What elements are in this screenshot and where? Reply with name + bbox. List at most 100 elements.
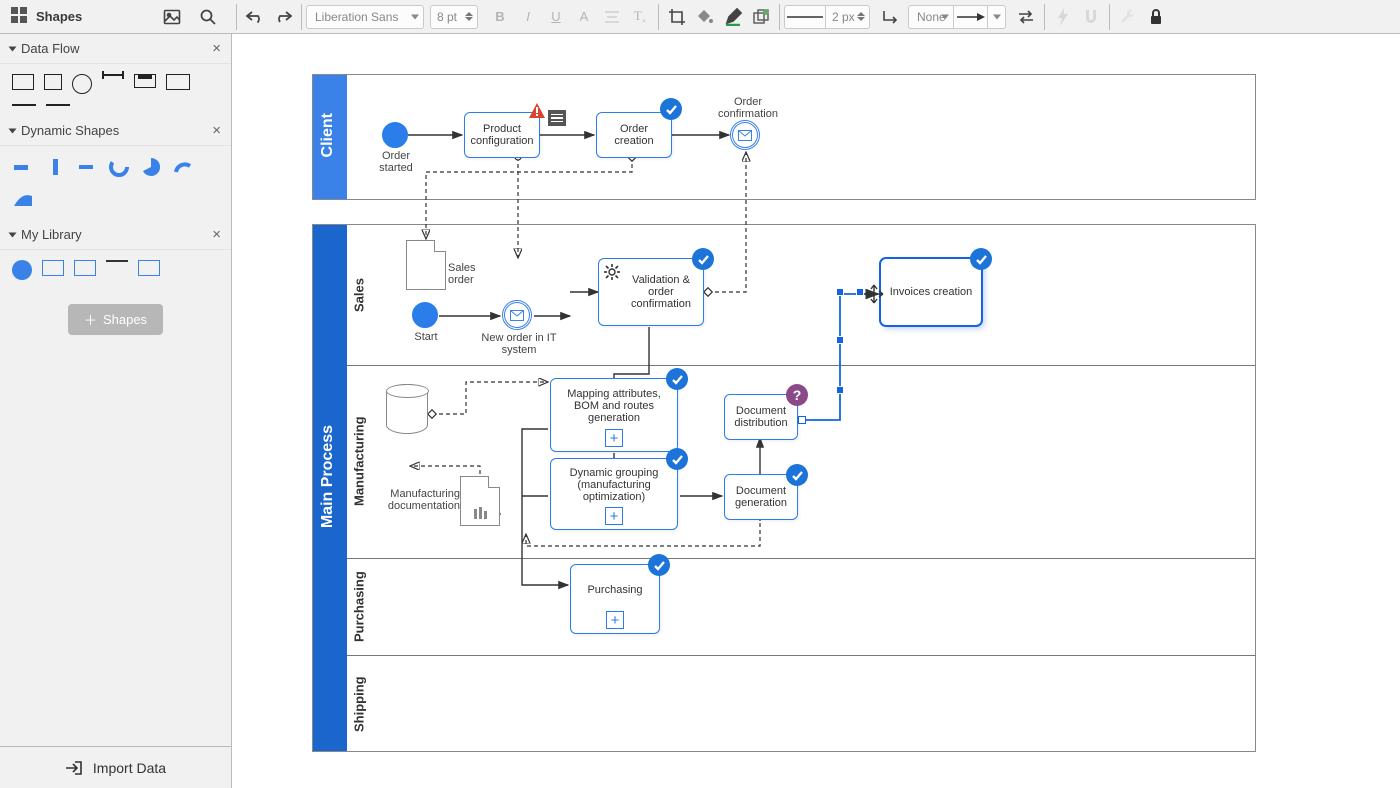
shape-blue-circle[interactable] bbox=[12, 260, 32, 280]
comment-icon[interactable] bbox=[548, 110, 566, 126]
underline-button[interactable]: U bbox=[542, 3, 570, 31]
task-mapping[interactable]: Mapping attributes, BOM and routes gener… bbox=[550, 378, 678, 452]
close-icon[interactable]: × bbox=[212, 40, 221, 57]
clear-format-button[interactable]: T× bbox=[626, 3, 654, 31]
shapes-sidebar: Data Flow × Dynamic Shapes × My Library … bbox=[0, 34, 232, 788]
section-dynamic[interactable]: Dynamic Shapes × bbox=[0, 116, 231, 146]
data-mfg-doc[interactable] bbox=[460, 476, 500, 526]
shape-wedge[interactable] bbox=[12, 188, 34, 210]
shape-rect4[interactable] bbox=[138, 260, 160, 276]
event-start[interactable] bbox=[412, 302, 438, 328]
move-cursor-icon bbox=[864, 284, 884, 304]
shape-wide-rect[interactable] bbox=[166, 74, 190, 90]
task-validation[interactable]: Validation & order confirmation bbox=[598, 258, 704, 326]
dataflow-shapes bbox=[0, 64, 231, 116]
redo-button[interactable] bbox=[269, 3, 297, 31]
top-toolbar: Shapes Liberation Sans 8 pt B I U A T× 2… bbox=[0, 0, 1400, 34]
check-icon bbox=[660, 98, 682, 120]
undo-button[interactable] bbox=[241, 3, 269, 31]
shape-square[interactable] bbox=[44, 74, 62, 90]
datastore[interactable] bbox=[386, 384, 428, 434]
shape-bar-v[interactable] bbox=[44, 156, 66, 178]
check-icon bbox=[970, 248, 992, 270]
shape-rect3[interactable] bbox=[74, 260, 96, 276]
shape-circle[interactable] bbox=[72, 74, 92, 94]
check-icon bbox=[666, 448, 688, 470]
bold-button[interactable]: B bbox=[486, 3, 514, 31]
close-icon[interactable]: × bbox=[212, 226, 221, 243]
shape-donut[interactable] bbox=[108, 156, 130, 178]
section-dataflow[interactable]: Data Flow × bbox=[0, 34, 231, 64]
shape-bar-h[interactable] bbox=[12, 156, 34, 178]
crop-icon[interactable] bbox=[663, 3, 691, 31]
shape-pie[interactable] bbox=[140, 156, 162, 178]
shape-header-rect[interactable] bbox=[134, 74, 156, 88]
fill-select[interactable]: None bbox=[908, 5, 954, 29]
pool-main-label: Main Process bbox=[319, 425, 337, 528]
lane-manufacturing: Manufacturing bbox=[347, 365, 371, 558]
task-purchasing[interactable]: Purchasing + bbox=[570, 564, 660, 634]
close-icon[interactable]: × bbox=[212, 122, 221, 139]
check-icon bbox=[666, 368, 688, 390]
import-data-button[interactable]: Import Data bbox=[0, 746, 231, 788]
event-order-started-label: Order started bbox=[366, 150, 426, 174]
check-icon bbox=[692, 248, 714, 270]
plus-icon: ＋ bbox=[84, 310, 97, 329]
task-order-creation[interactable]: Order creation bbox=[596, 112, 672, 158]
shape-line-ends[interactable] bbox=[12, 104, 36, 106]
shape-connector[interactable] bbox=[102, 74, 124, 76]
shape-line[interactable] bbox=[46, 104, 70, 106]
shape-line2[interactable] bbox=[106, 260, 128, 262]
pencil-icon[interactable] bbox=[719, 3, 747, 31]
arrow-style-select[interactable] bbox=[954, 5, 988, 29]
shape-arc[interactable] bbox=[172, 156, 194, 178]
pool-client[interactable]: Client bbox=[312, 74, 1256, 200]
stroke-width-input[interactable]: 2 px bbox=[826, 5, 870, 29]
gear-icon bbox=[603, 263, 621, 281]
swap-icon[interactable] bbox=[1012, 3, 1040, 31]
fill-icon[interactable] bbox=[691, 3, 719, 31]
event-new-order[interactable] bbox=[502, 300, 532, 330]
image-icon[interactable] bbox=[158, 3, 186, 31]
magnet-icon[interactable] bbox=[1077, 3, 1105, 31]
task-invoices[interactable]: Invoices creation bbox=[880, 258, 982, 326]
lane-shipping: Shipping bbox=[347, 655, 371, 753]
shape-rect[interactable] bbox=[12, 74, 34, 90]
lane-sales: Sales bbox=[347, 225, 371, 365]
subprocess-icon: + bbox=[605, 507, 623, 525]
shapes-icon bbox=[10, 6, 28, 27]
data-sales-order[interactable] bbox=[406, 240, 446, 290]
warning-icon bbox=[528, 102, 546, 120]
text-color-button[interactable]: A bbox=[570, 3, 598, 31]
question-icon: ? bbox=[786, 384, 808, 406]
mylib-shapes bbox=[0, 250, 231, 290]
check-icon bbox=[648, 554, 670, 576]
event-order-confirmation[interactable] bbox=[730, 120, 760, 150]
font-size-input[interactable]: 8 pt bbox=[430, 5, 478, 29]
subprocess-icon: + bbox=[605, 429, 623, 447]
italic-button[interactable]: I bbox=[514, 3, 542, 31]
wrench-icon[interactable] bbox=[1114, 3, 1142, 31]
lane-purchasing: Purchasing bbox=[347, 558, 371, 655]
orthogonal-icon[interactable] bbox=[876, 3, 904, 31]
bolt-icon[interactable] bbox=[1049, 3, 1077, 31]
section-mylib[interactable]: My Library × bbox=[0, 220, 231, 250]
add-shapes-button[interactable]: ＋ Shapes bbox=[68, 304, 163, 335]
line-style-select[interactable] bbox=[784, 5, 826, 29]
subprocess-icon: + bbox=[606, 611, 624, 629]
diagram-canvas[interactable]: Client Main Process Sales Manufacturing … bbox=[232, 34, 1400, 788]
pool-client-label: Client bbox=[319, 113, 337, 157]
dynamic-shapes bbox=[0, 146, 231, 220]
align-button[interactable] bbox=[598, 3, 626, 31]
task-dynamic-grouping[interactable]: Dynamic grouping (manufacturing optimiza… bbox=[550, 458, 678, 530]
shape-dash[interactable] bbox=[76, 156, 98, 178]
font-select[interactable]: Liberation Sans bbox=[306, 5, 424, 29]
event-order-started[interactable] bbox=[382, 122, 408, 148]
app-title: Shapes bbox=[36, 9, 82, 24]
event-order-confirmation-label: Order confirmation bbox=[716, 96, 780, 120]
layers-icon[interactable] bbox=[747, 3, 775, 31]
check-icon bbox=[786, 464, 808, 486]
lock-icon[interactable] bbox=[1142, 3, 1170, 31]
shape-rect2[interactable] bbox=[42, 260, 64, 276]
search-icon[interactable] bbox=[194, 3, 222, 31]
